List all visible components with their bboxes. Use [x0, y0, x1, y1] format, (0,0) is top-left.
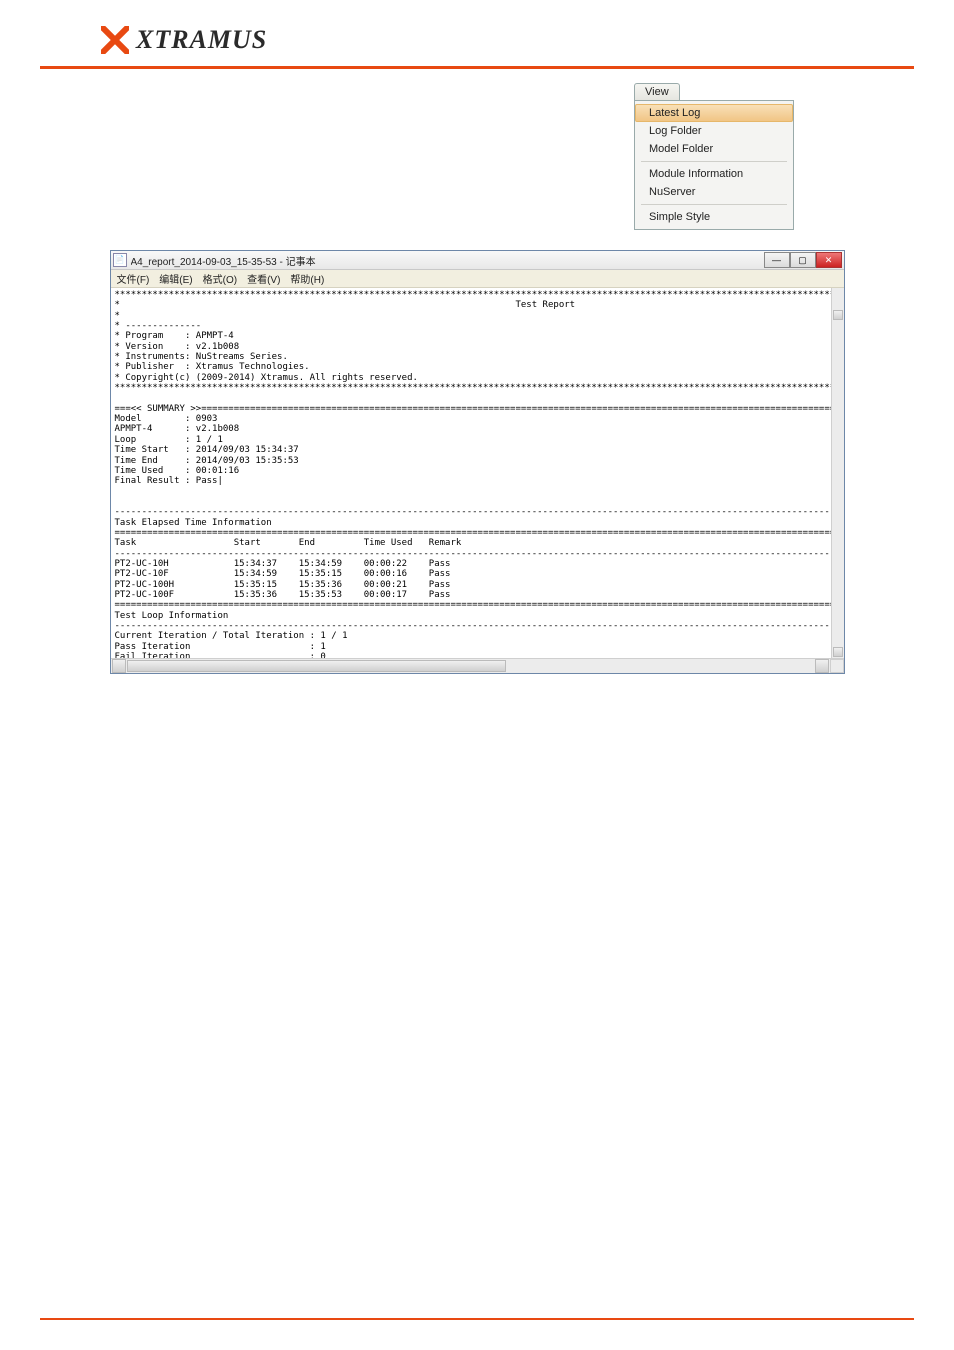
- notepad-app-icon: 📄: [113, 253, 127, 267]
- notepad-menu-item[interactable]: 编辑(E): [159, 271, 192, 286]
- scroll-right-icon[interactable]: [815, 659, 829, 673]
- notepad-menu-item[interactable]: 格式(O): [203, 271, 237, 286]
- footer-divider: [40, 1318, 914, 1320]
- notepad-text-area[interactable]: ****************************************…: [111, 288, 844, 658]
- scroll-corner: [830, 659, 844, 673]
- view-menu-item[interactable]: Model Folder: [635, 140, 793, 158]
- close-button[interactable]: ✕: [816, 252, 842, 268]
- notepad-menubar: 文件(F) 编辑(E) 格式(O) 查看(V) 帮助(H): [111, 270, 844, 288]
- logo-x-icon: [100, 25, 130, 55]
- notepad-menu-item[interactable]: 帮助(H): [290, 271, 324, 286]
- horizontal-scrollbar[interactable]: [111, 658, 844, 673]
- hscroll-thumb[interactable]: [127, 660, 507, 672]
- notepad-menu-item[interactable]: 文件(F): [117, 271, 150, 286]
- header-divider: [40, 66, 914, 69]
- minimize-button[interactable]: —: [764, 252, 790, 268]
- view-menu: View Latest LogLog FolderModel Folder Mod…: [634, 83, 794, 230]
- scroll-down-icon[interactable]: [833, 647, 843, 657]
- notepad-window: 📄 A4_report_2014-09-03_15-35-53 - 记事本 — …: [110, 250, 845, 674]
- scroll-up-icon[interactable]: [833, 310, 843, 320]
- menu-separator: [641, 161, 787, 162]
- brand-logo: XTRAMUS: [100, 20, 914, 60]
- view-menu-item[interactable]: NuServer: [635, 183, 793, 201]
- view-menu-item[interactable]: Log Folder: [635, 122, 793, 140]
- view-menu-item[interactable]: Latest Log: [635, 104, 793, 122]
- view-menu-item[interactable]: Module Information: [635, 165, 793, 183]
- scroll-left-icon[interactable]: [112, 659, 126, 673]
- maximize-button[interactable]: ▢: [790, 252, 816, 268]
- notepad-title: A4_report_2014-09-03_15-35-53 - 记事本: [131, 253, 760, 268]
- notepad-menu-item[interactable]: 查看(V): [247, 271, 280, 286]
- notepad-titlebar: 📄 A4_report_2014-09-03_15-35-53 - 记事本 — …: [111, 251, 844, 270]
- menu-separator: [641, 204, 787, 205]
- brand-name: XTRAMUS: [136, 25, 267, 55]
- vertical-scrollbar[interactable]: [831, 288, 844, 658]
- view-menu-tab[interactable]: View: [634, 83, 680, 100]
- view-menu-item[interactable]: Simple Style: [635, 208, 793, 226]
